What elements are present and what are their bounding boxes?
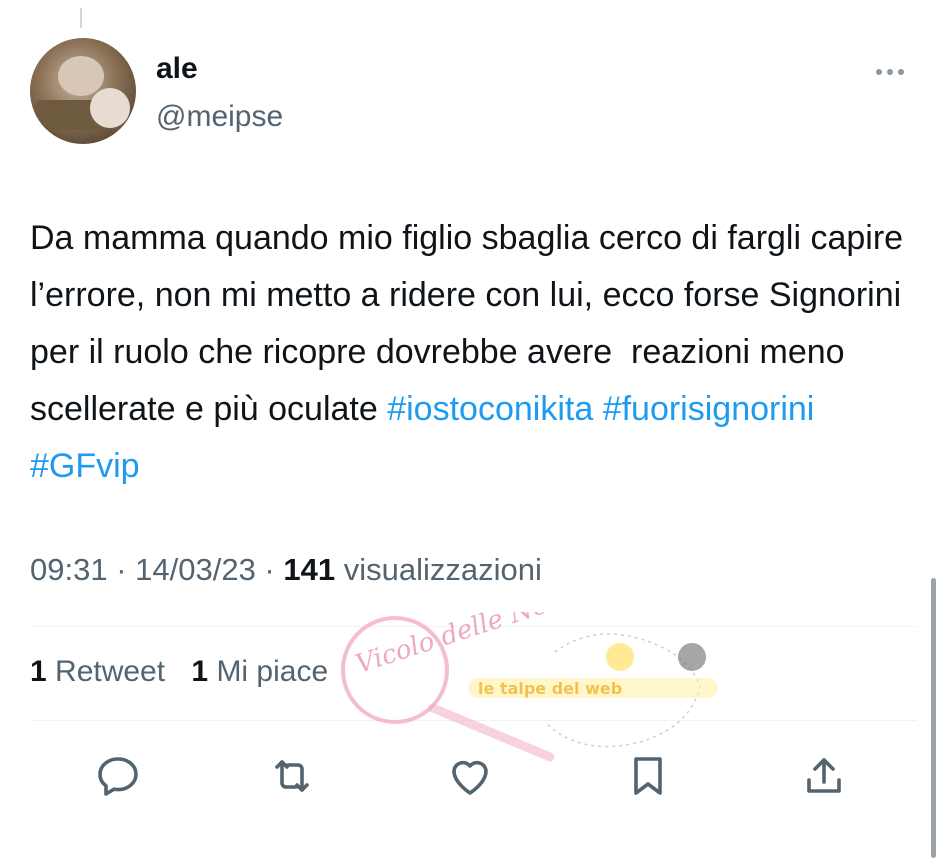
divider [30,720,916,721]
reply-icon[interactable] [94,752,142,800]
user-handle[interactable]: @meipse [156,100,283,134]
share-icon[interactable] [800,752,848,800]
likes-count: 1 [191,655,209,688]
action-bar [0,752,946,802]
avatar[interactable] [30,38,136,144]
watermark-logo: Vicolo delle News le talpe del web [341,612,718,762]
hashtag-link[interactable]: #iostoconikita [387,390,593,428]
retweets-count: 1 [30,655,47,688]
retweet-icon[interactable] [268,752,316,800]
likes-label: Mi piace [208,655,329,688]
likes-stat[interactable]: 1 Mi piace [191,655,328,688]
tweet-time[interactable]: 09:31 [30,552,108,587]
retweets-stat[interactable]: 1 Retweet [30,655,165,688]
tweet-date[interactable]: 14/03/23 [135,552,256,587]
retweets-label: Retweet [46,655,166,688]
tweet-meta: 09:31 · 14/03/23 · 141 visualizzazioni [30,552,542,588]
views-count: 141 [283,552,336,587]
hashtag-link[interactable]: #fuorisignorini [603,390,815,428]
scrollbar[interactable] [931,578,936,858]
engagement-stats: 1 Retweet 1 Mi piace [30,655,346,689]
views-label: visualizzazioni [335,552,542,587]
display-name[interactable]: ale [156,52,198,86]
thread-line [80,8,82,28]
watermark-text: le talpe del web [478,679,622,698]
hashtag-link[interactable]: #GFvip [30,447,140,485]
watermark-text: Vicolo delle News [352,612,585,680]
tweet-text: Da mamma quando mio figlio sbaglia cerco… [30,210,910,495]
divider [30,626,916,627]
separator: · [107,552,136,587]
bookmark-icon[interactable] [624,752,672,800]
like-icon[interactable] [446,752,494,800]
more-icon[interactable] [876,58,916,86]
separator: · [255,552,284,587]
